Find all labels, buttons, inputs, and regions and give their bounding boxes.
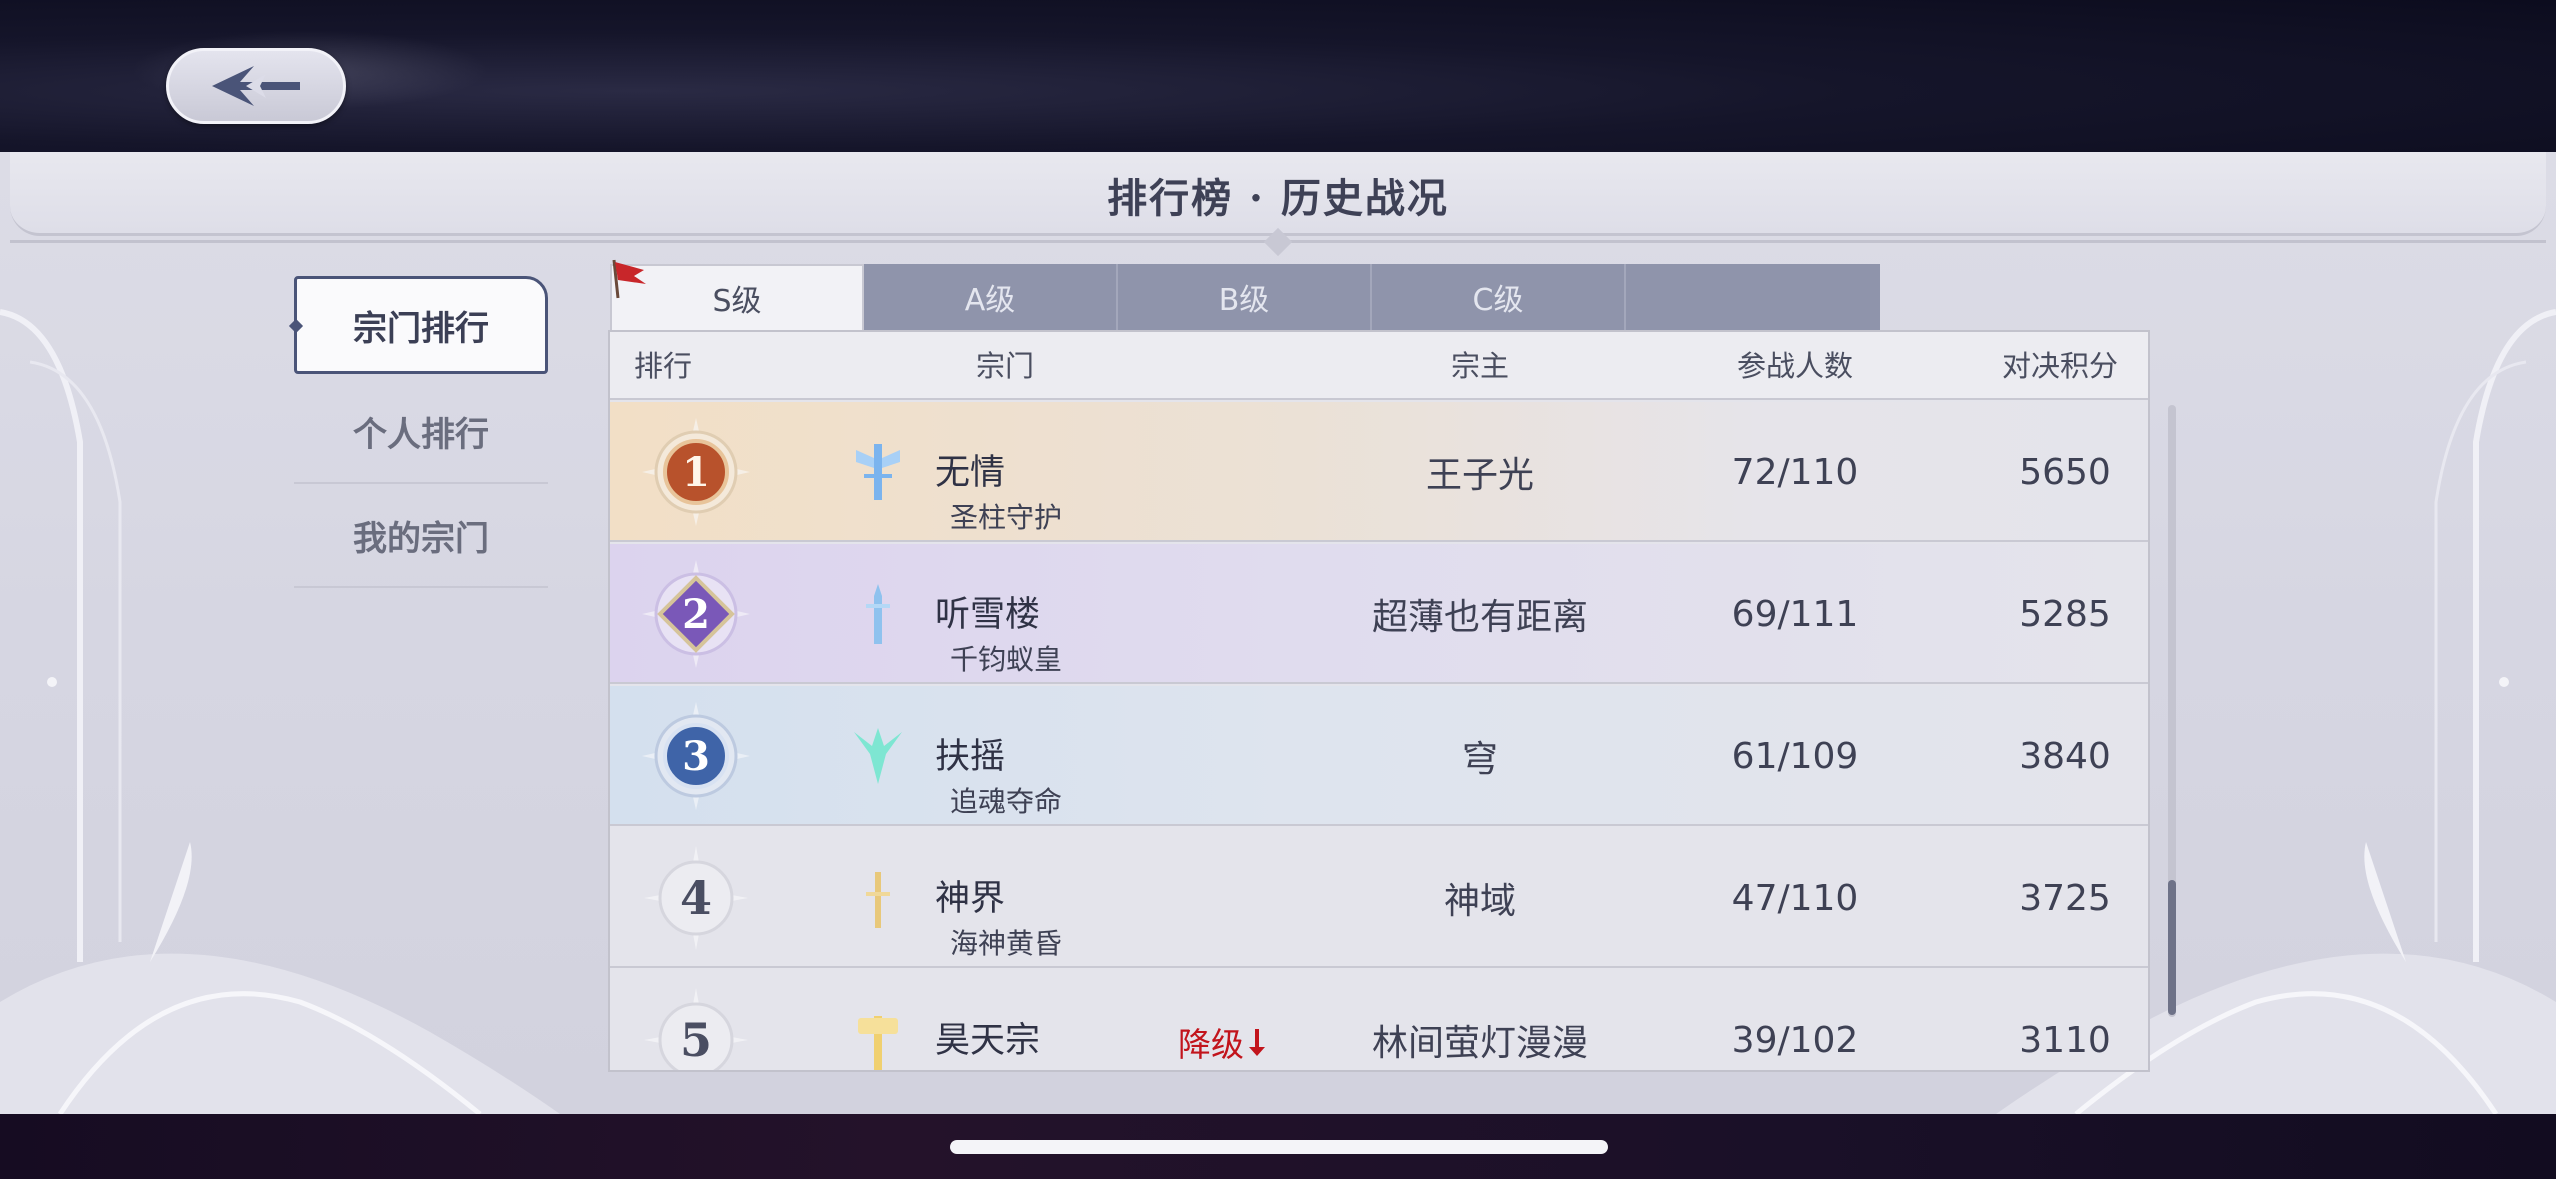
demote-badge: 降级: [1178, 1018, 1266, 1066]
tab-grade-c[interactable]: C级: [1372, 264, 1626, 330]
side-tab-label: 个人排行: [353, 414, 489, 455]
side-tab-my-sect[interactable]: 我的宗门: [294, 484, 548, 588]
member-count: 47/110: [1731, 877, 1859, 919]
grade-tab-bar: S级 A级 B级 C级: [610, 259, 1882, 330]
tab-grade-a[interactable]: A级: [864, 264, 1118, 330]
trident-emblem-icon: [866, 872, 890, 928]
tab-grade-b[interactable]: B级: [1118, 264, 1372, 330]
rank-number: 1: [682, 449, 710, 496]
rank-medal-gold: 1: [640, 416, 752, 528]
sect-subtitle: 圣柱守护: [950, 501, 1063, 534]
sect-name: 扶摇: [935, 737, 1006, 777]
col-score: 对决积分: [2001, 349, 2118, 383]
tab-label: C级: [1472, 283, 1524, 318]
leader-name: 超薄也有距离: [1371, 597, 1588, 638]
red-flag-icon: [612, 259, 646, 299]
table-row[interactable]: 5 昊天宗 降级 林间萤灯漫漫 39/102 3110: [610, 970, 2148, 1070]
ranking-table: 排行 宗门 宗主 参战人数 对决积分 1 无情 圣柱守护 王子光 72/110 …: [608, 330, 2150, 1072]
member-count: 61/109: [1731, 735, 1859, 777]
member-count: 69/111: [1731, 593, 1859, 635]
hammer-emblem-icon: [858, 1016, 898, 1070]
tab-label: B级: [1218, 283, 1270, 318]
home-indicator[interactable]: [950, 1140, 1608, 1154]
sect-name: 听雪楼: [935, 595, 1041, 635]
back-arrow-icon: [212, 66, 300, 106]
battle-score: 5650: [2019, 451, 2111, 493]
sect-subtitle: 海神黄昏: [950, 927, 1063, 960]
member-count: 39/102: [1731, 1019, 1859, 1061]
demote-label: 降级: [1178, 1025, 1244, 1064]
sect-subtitle: 千钧蚁皇: [950, 643, 1063, 676]
scrollbar-thumb[interactable]: [2168, 880, 2176, 1015]
sect-name: 昊天宗: [935, 1021, 1041, 1061]
rank-number: 3: [682, 733, 710, 780]
rank-badge: 4: [640, 842, 752, 954]
tab-label: A级: [964, 283, 1016, 318]
side-tab-label: 我的宗门: [353, 518, 489, 559]
leader-name: 林间萤灯漫漫: [1371, 1023, 1588, 1064]
pillar-emblem-icon: [856, 444, 900, 500]
rank-medal-blue: 3: [640, 700, 752, 812]
rank-medal-purple: 2: [640, 558, 752, 670]
leader-name: 穹: [1461, 739, 1498, 780]
side-tab-personal-ranking[interactable]: 个人排行: [294, 380, 548, 484]
sect-name: 神界: [935, 879, 1006, 919]
sect-name: 无情: [935, 453, 1006, 493]
battle-score: 5285: [2019, 593, 2111, 635]
leader-name: 王子光: [1425, 455, 1534, 496]
rank-badge: 5: [640, 984, 752, 1070]
rank-number: 5: [680, 1013, 712, 1067]
tab-grade-empty[interactable]: [1626, 264, 1880, 330]
col-members: 参战人数: [1736, 349, 1853, 383]
table-row[interactable]: 1 无情 圣柱守护 王子光 72/110 5650: [610, 402, 2148, 542]
col-leader: 宗主: [1450, 349, 1509, 383]
sword-emblem-icon: [866, 584, 890, 644]
leader-name: 神域: [1443, 881, 1516, 922]
battle-score: 3725: [2019, 877, 2111, 919]
side-tab-label: 宗门排行: [353, 308, 489, 349]
member-count: 72/110: [1731, 451, 1859, 493]
wing-emblem-icon: [854, 728, 902, 784]
tab-label: S级: [712, 284, 762, 319]
battle-score: 3840: [2019, 735, 2111, 777]
table-row[interactable]: 4 神界 海神黄昏 神域 47/110 3725: [610, 828, 2148, 968]
col-rank: 排行: [633, 349, 692, 383]
down-arrow-icon: [1249, 1029, 1265, 1056]
sect-subtitle: 追魂夺命: [950, 785, 1063, 818]
top-bar: [0, 0, 2556, 152]
table-header: 排行 宗门 宗主 参战人数 对决积分: [610, 332, 2148, 400]
col-sect: 宗门: [975, 349, 1034, 383]
rank-number: 2: [682, 591, 710, 638]
side-tab-sect-ranking[interactable]: 宗门排行: [294, 276, 548, 374]
table-row[interactable]: 3 扶摇 追魂夺命 穹 61/109 3840: [610, 686, 2148, 826]
side-tab-list: 宗门排行 个人排行 我的宗门: [294, 276, 548, 588]
page-title: 排行榜 · 历史战况: [1107, 175, 1449, 222]
back-button[interactable]: [166, 48, 346, 124]
battle-score: 3110: [2019, 1019, 2111, 1061]
rank-number: 4: [680, 871, 712, 925]
table-row[interactable]: 2 听雪楼 千钧蚁皇 超薄也有距离 69/111 5285: [610, 544, 2148, 684]
